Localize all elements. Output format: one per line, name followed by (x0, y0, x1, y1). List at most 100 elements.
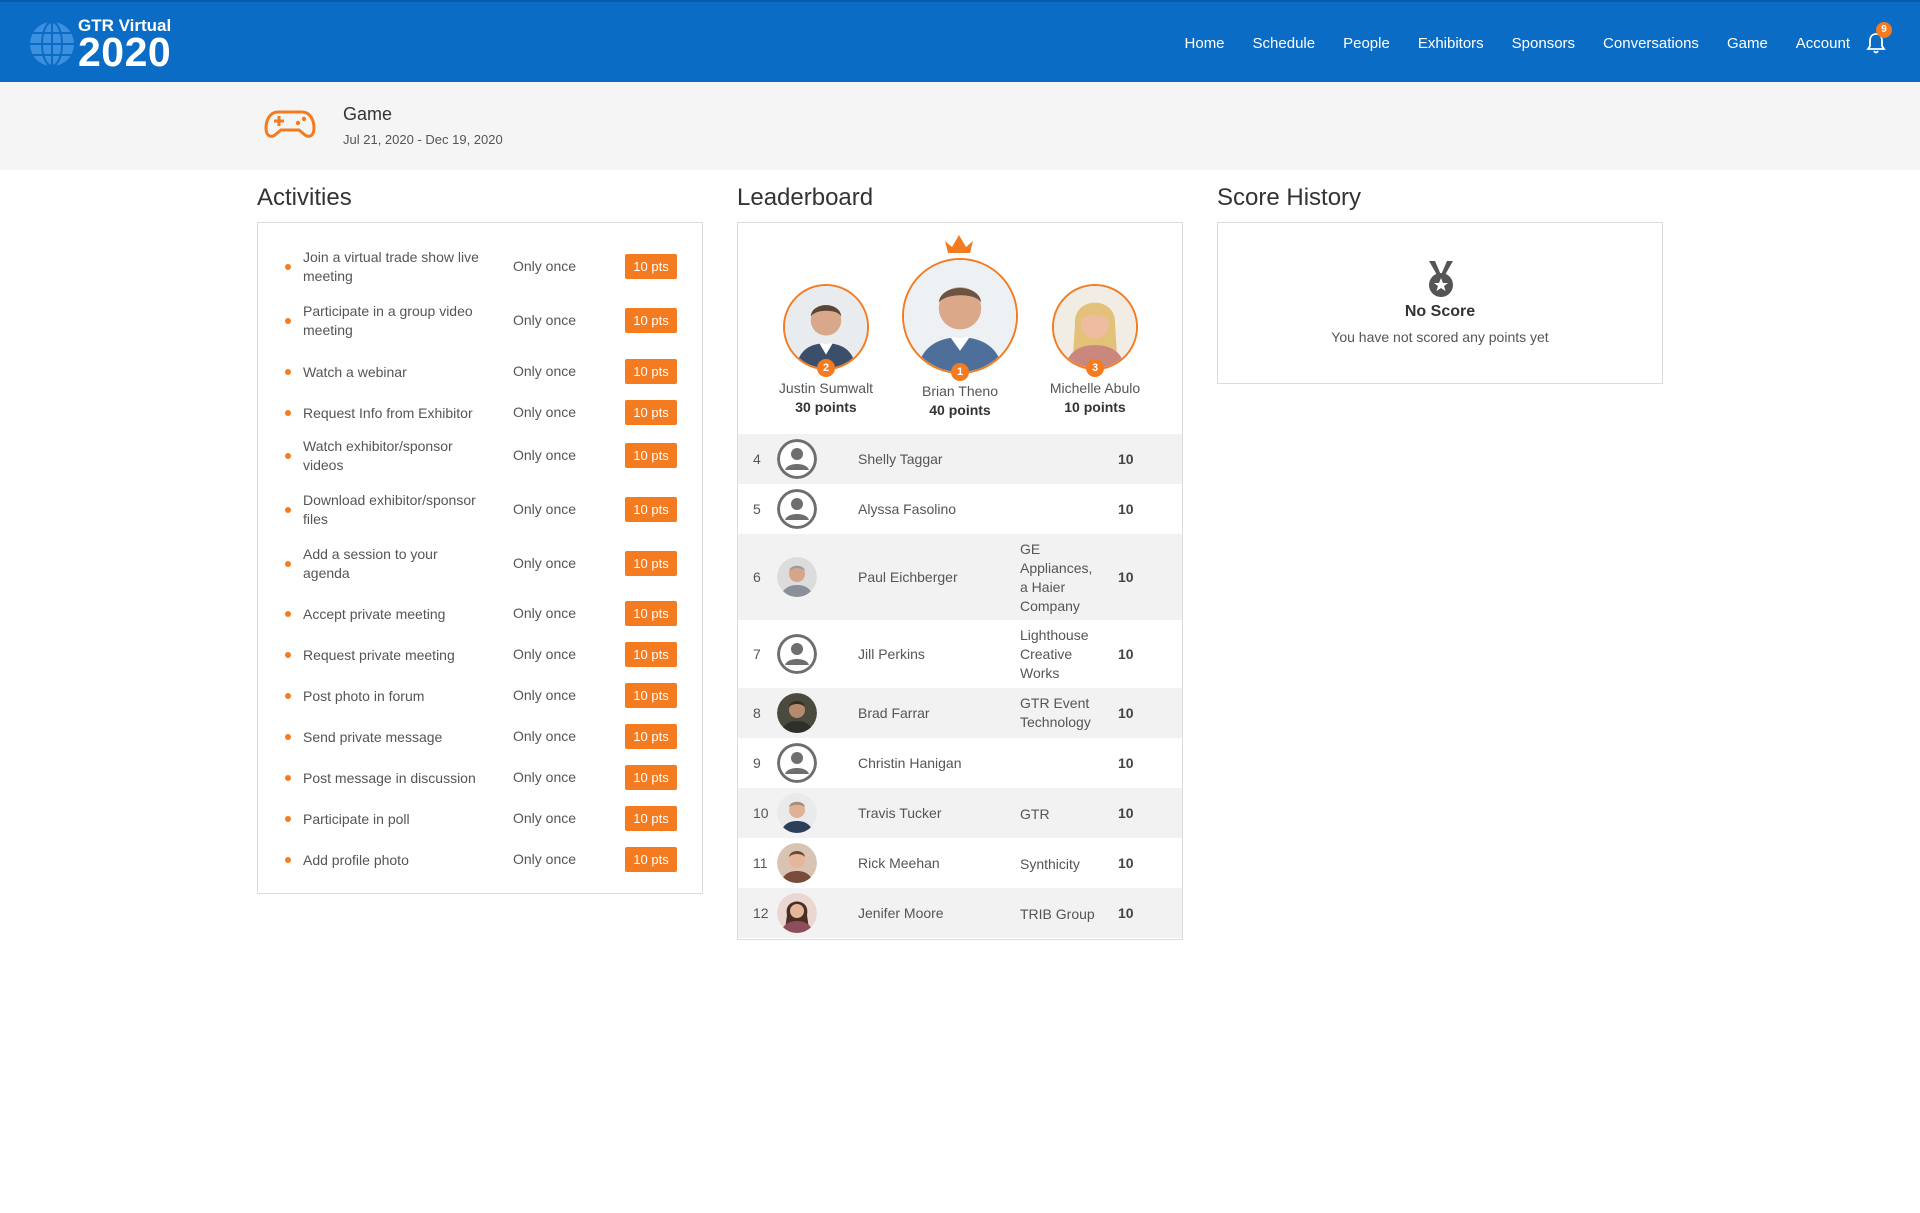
row-score: 10 (1118, 805, 1134, 821)
activity-points-badge: 10 pts (625, 254, 677, 279)
table-row[interactable]: 6 Paul Eichberger GE Appliances, a Haier… (738, 534, 1182, 620)
activity-points-badge: 10 pts (625, 359, 677, 384)
avatar (777, 693, 817, 733)
score-history-heading: Score History (1217, 184, 1362, 211)
activity-frequency: Only once (513, 258, 577, 274)
bullet-dot (285, 857, 291, 863)
table-row[interactable]: 8 Brad Farrar GTR Event Technology 10 (738, 688, 1182, 738)
row-score: 10 (1118, 905, 1134, 921)
row-rank: 8 (753, 705, 761, 721)
nav-schedule[interactable]: Schedule (1253, 35, 1316, 52)
activity-points-badge: 10 pts (625, 400, 677, 425)
avatar-placeholder-icon (777, 743, 817, 783)
no-score-message: You have not scored any points yet (1331, 329, 1549, 345)
activity-frequency: Only once (513, 728, 577, 744)
avatar-placeholder-icon (777, 489, 817, 529)
table-row[interactable]: 5 Alyssa Fasolino 10 (738, 484, 1182, 534)
table-row[interactable]: 10 Travis Tucker GTR 10 (738, 788, 1182, 838)
row-score: 10 (1118, 755, 1134, 771)
game-banner: Game Jul 21, 2020 - Dec 19, 2020 (0, 82, 1920, 170)
row-score: 10 (1118, 451, 1134, 467)
activity-item: Request private meeting Only once 10 pts (258, 640, 703, 670)
table-row[interactable]: 7 Jill Perkins Lighthouse Creative Works… (738, 620, 1182, 688)
nav-conversations[interactable]: Conversations (1603, 35, 1699, 52)
gamepad-icon (264, 110, 316, 138)
nav-people[interactable]: People (1343, 35, 1390, 52)
row-name: Christin Hanigan (858, 755, 962, 771)
avatar (902, 258, 1018, 374)
activity-label: Watch exhibitor/sponsor videos (303, 438, 453, 473)
activity-frequency: Only once (513, 769, 577, 785)
activity-frequency: Only once (513, 810, 577, 826)
nav-game[interactable]: Game (1727, 35, 1768, 52)
bullet-dot (285, 453, 291, 459)
activity-frequency: Only once (513, 687, 577, 703)
top-navbar: GTR Virtual 2020 Home Schedule People Ex… (0, 0, 1920, 82)
table-row[interactable]: 4 Shelly Taggar 10 (738, 434, 1182, 484)
activity-item: Participate in poll Only once 10 pts (258, 804, 703, 834)
bullet-dot (285, 318, 291, 324)
activity-points-badge: 10 pts (625, 724, 677, 749)
activity-frequency: Only once (513, 363, 577, 379)
game-date-range: Jul 21, 2020 - Dec 19, 2020 (343, 132, 503, 147)
activity-frequency: Only once (513, 312, 577, 328)
activity-label: Send private message (303, 729, 443, 745)
no-score-title: No Score (1404, 303, 1476, 320)
avatar-placeholder-icon (777, 439, 817, 479)
activity-points-badge: 10 pts (625, 847, 677, 872)
activity-points-badge: 10 pts (625, 497, 677, 522)
row-name: Rick Meehan (858, 855, 940, 871)
activity-item: Post photo in forum Only once 10 pts (258, 681, 703, 711)
nav-sponsors[interactable]: Sponsors (1512, 35, 1575, 52)
nav-account[interactable]: Account (1796, 35, 1850, 52)
activity-points-badge: 10 pts (625, 683, 677, 708)
nav-exhibitors[interactable]: Exhibitors (1418, 35, 1484, 52)
activity-label: Accept private meeting (303, 606, 446, 622)
row-rank: 7 (753, 646, 761, 662)
podium-points: 10 points (1064, 399, 1126, 415)
row-score: 10 (1118, 855, 1134, 871)
activity-label: Participate in poll (303, 811, 410, 827)
activity-label: Join a virtual trade show live meeting (303, 249, 479, 284)
row-name: Jill Perkins (858, 646, 925, 662)
row-name: Brad Farrar (858, 705, 930, 721)
activity-points-badge: 10 pts (625, 601, 677, 626)
row-org: GE Appliances, a Haier Company (1020, 541, 1093, 614)
activity-label: Request private meeting (303, 647, 455, 663)
table-row[interactable]: 11 Rick Meehan Synthicity 10 (738, 838, 1182, 888)
row-org: Synthicity (1020, 856, 1080, 872)
bullet-dot (285, 410, 291, 416)
row-name: Jenifer Moore (858, 905, 944, 921)
medal-icon (1429, 261, 1453, 297)
activity-points-badge: 10 pts (625, 765, 677, 790)
row-score: 10 (1118, 501, 1134, 517)
table-row[interactable]: 9 Christin Hanigan 10 (738, 738, 1182, 788)
row-score: 10 (1118, 646, 1134, 662)
row-rank: 12 (753, 905, 769, 921)
row-rank: 11 (753, 855, 768, 871)
activity-points-badge: 10 pts (625, 443, 677, 468)
table-row[interactable]: 12 Jenifer Moore TRIB Group 10 (738, 888, 1182, 938)
row-org: GTR Event Technology (1020, 695, 1091, 730)
row-name: Travis Tucker (858, 805, 942, 821)
row-rank: 9 (753, 755, 761, 771)
bullet-dot (285, 734, 291, 740)
brand-line2: 2020 (78, 29, 172, 75)
brand-logo[interactable]: GTR Virtual 2020 (28, 16, 188, 74)
activity-points-badge: 10 pts (625, 642, 677, 667)
activity-label: Post message in discussion (303, 770, 476, 786)
row-score: 10 (1118, 705, 1134, 721)
row-rank: 4 (753, 451, 761, 467)
bullet-dot (285, 561, 291, 567)
podium-third[interactable]: 3 Michelle Abulo 10 points (1015, 223, 1175, 433)
activity-frequency: Only once (513, 851, 577, 867)
bullet-dot (285, 652, 291, 658)
nav-home[interactable]: Home (1185, 35, 1225, 52)
row-rank: 10 (753, 805, 769, 821)
bullet-dot (285, 369, 291, 375)
avatar (777, 843, 817, 883)
activity-item: Send private message Only once 10 pts (258, 722, 703, 752)
bullet-dot (285, 611, 291, 617)
podium-name: Michelle Abulo (1049, 380, 1141, 396)
rank-badge: 3 (1086, 359, 1104, 377)
